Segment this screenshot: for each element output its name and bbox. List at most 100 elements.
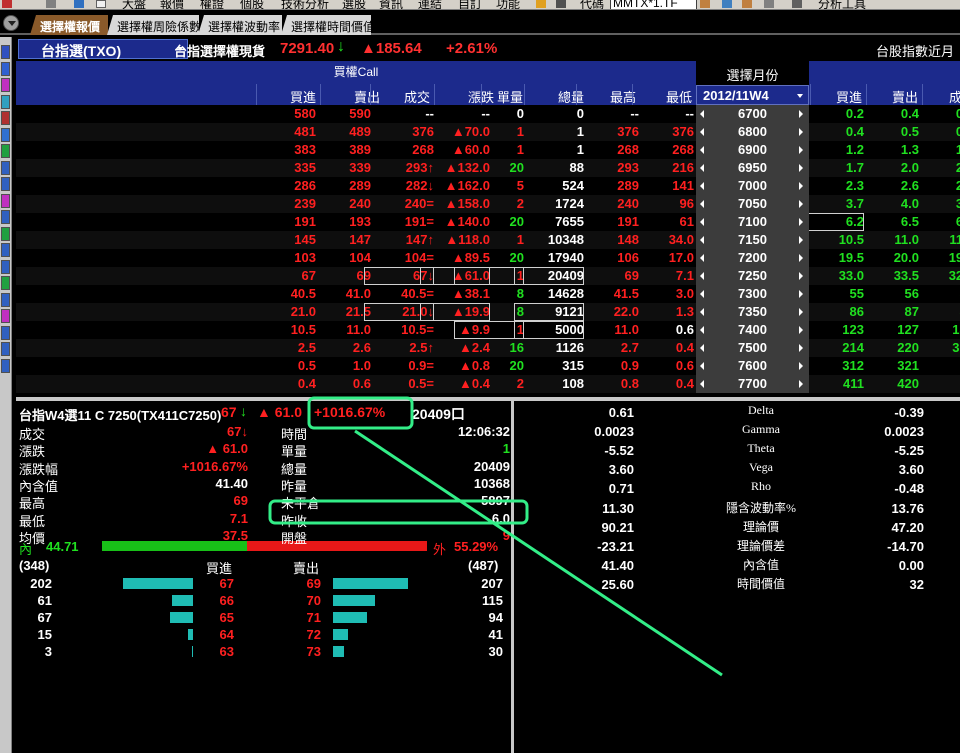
arrow-right-icon[interactable] — [799, 200, 803, 208]
toolbar-function-icon[interactable] — [1, 177, 10, 191]
table-row[interactable]: 191193191=▲140.0207655191616.26.56.57100 — [16, 213, 960, 231]
page-icon[interactable] — [96, 0, 106, 8]
menu-item[interactable]: 大盤 — [122, 0, 146, 9]
toolbar-function-icon[interactable] — [1, 94, 10, 109]
month-select[interactable]: 2012/11W4 — [696, 85, 809, 105]
strike-price[interactable]: 7600 — [696, 357, 809, 375]
table-row[interactable]: 580590----00----0.20.40.46700 — [16, 105, 960, 123]
table-row[interactable]: 335339293↑▲132.020882932161.72.02.06950 — [16, 159, 960, 177]
arrow-right-icon[interactable] — [799, 362, 803, 370]
arrow-left-icon[interactable] — [700, 344, 704, 352]
tab-option-quote[interactable]: 選擇權報價 — [30, 15, 108, 35]
strike-price[interactable]: 7050 — [696, 195, 809, 213]
arrow-left-icon[interactable] — [700, 272, 704, 280]
tool-icon[interactable] — [764, 0, 774, 8]
search-icon[interactable] — [722, 0, 732, 8]
strike-price[interactable]: 6900 — [696, 141, 809, 159]
table-row[interactable]: 103104104=▲89.5201794010617.019.520.019.… — [16, 249, 960, 267]
table-row[interactable]: 0.5 1.0 0.9= ▲0.8 20 315 0.9 0.6 312 321 7600 — [16, 357, 960, 375]
people-icon[interactable] — [742, 0, 752, 8]
magnify-icon[interactable] — [700, 0, 710, 8]
menu-item[interactable]: 連結 — [418, 0, 442, 9]
toolbar-function-icon[interactable] — [1, 342, 10, 356]
strike-price[interactable]: 7150 — [696, 231, 809, 249]
menu-item[interactable]: 權證 — [200, 0, 224, 9]
arrow-left-icon[interactable] — [700, 308, 704, 316]
toolbar-function-icon[interactable] — [1, 226, 10, 241]
table-row[interactable]: 0.4 0.6 0.5= ▲0.4 2 108 0.8 0.4 411 420 7700 — [16, 375, 960, 393]
table-row[interactable]: 21.021.521.0↓▲19.98912122.01.38687887350 — [16, 303, 960, 321]
table-row[interactable]: 383389268▲60.0112682681.21.31.36900 — [16, 141, 960, 159]
toolbar-function-icon[interactable] — [1, 144, 10, 158]
strike-price[interactable]: 6700 — [696, 105, 809, 123]
toolbar-function-icon[interactable] — [1, 325, 10, 340]
tab-option-volatility[interactable]: 選擇權波動率 — [198, 15, 282, 35]
arrow-right-icon[interactable] — [799, 164, 803, 172]
arrow-left-icon[interactable] — [700, 380, 704, 388]
table-row[interactable]: 676967↓▲61.0120409697.133.033.532.57250 — [16, 267, 960, 285]
toolbar-function-icon[interactable] — [1, 259, 10, 274]
cursor-icon[interactable] — [792, 0, 802, 8]
toolbar-function-icon[interactable] — [1, 276, 10, 290]
menu-item[interactable]: 分析工具 — [818, 0, 866, 9]
arrow-right-icon[interactable] — [799, 344, 803, 352]
strike-price[interactable]: 6950 — [696, 159, 809, 177]
tab-option-risk[interactable]: 選擇權周險係數 — [107, 15, 199, 35]
arrow-left-icon[interactable] — [700, 182, 704, 190]
table-row[interactable]: 145147147↑▲118.011034814834.010.511.011.… — [16, 231, 960, 249]
arrow-right-icon[interactable] — [799, 236, 803, 244]
strike-price[interactable]: 7400 — [696, 321, 809, 339]
arrow-right-icon[interactable] — [799, 254, 803, 262]
toolbar-function-icon[interactable] — [1, 243, 10, 257]
refresh-icon[interactable] — [74, 0, 84, 8]
toolbar-function-icon[interactable] — [1, 111, 10, 125]
menu-item[interactable]: 選股 — [342, 0, 366, 9]
arrow-left-icon[interactable] — [700, 200, 704, 208]
col-header-bid[interactable]: 買進 — [256, 84, 320, 105]
toolbar-function-icon[interactable] — [1, 193, 10, 208]
arrow-right-icon[interactable] — [799, 218, 803, 226]
tab-option-time-value[interactable]: 選擇權時間價值 — [281, 15, 371, 35]
table-row[interactable]: 481489376▲70.0113763760.40.50.96800 — [16, 123, 960, 141]
arrow-left-icon[interactable] — [700, 164, 704, 172]
strike-price[interactable]: 7100 — [696, 213, 809, 231]
toolbar-function-icon[interactable] — [1, 78, 10, 92]
strike-price[interactable]: 7350 — [696, 303, 809, 321]
col-header-high[interactable]: 最高 — [576, 84, 640, 105]
menu-item[interactable]: 個股 — [240, 0, 264, 9]
table-row[interactable]: 2.52.62.5↑▲2.41611262.70.42142203147500 — [16, 339, 960, 357]
arrow-left-icon[interactable] — [700, 110, 704, 118]
strike-price[interactable]: 7300 — [696, 285, 809, 303]
symbol-select[interactable]: 台指選(TXO) — [18, 39, 188, 59]
arrow-right-icon[interactable] — [799, 326, 803, 334]
strike-price[interactable]: 7250 — [696, 267, 809, 285]
table-row[interactable]: 239240240=▲158.021724240963.74.03.87050 — [16, 195, 960, 213]
col-header-last[interactable]: 成交 — [370, 84, 434, 105]
forward-icon[interactable] — [46, 0, 56, 8]
strike-price[interactable]: 7000 — [696, 177, 809, 195]
table-row[interactable]: 286289282↓▲162.055242891412.32.62.37000 — [16, 177, 960, 195]
table-row[interactable]: 10.511.010.5=▲9.91500011.00.612312713274… — [16, 321, 960, 339]
col-header-low[interactable]: 最低 — [632, 84, 696, 105]
arrow-right-icon[interactable] — [799, 272, 803, 280]
menu-dropdown-icon[interactable] — [3, 15, 19, 31]
play-icon[interactable] — [536, 0, 546, 8]
toolbar-function-icon[interactable] — [1, 358, 10, 373]
col-header-put-last[interactable]: 成 — [922, 84, 960, 105]
col-header-volume[interactable]: 單量 — [481, 84, 527, 105]
arrow-left-icon[interactable] — [700, 290, 704, 298]
strike-price[interactable]: 7200 — [696, 249, 809, 267]
arrow-right-icon[interactable] — [799, 128, 803, 136]
toolbar-function-icon[interactable] — [1, 160, 10, 175]
arrow-right-icon[interactable] — [799, 182, 803, 190]
table-row[interactable]: 40.541.040.5=▲38.181462841.53.0555656730… — [16, 285, 960, 303]
arrow-left-icon[interactable] — [700, 254, 704, 262]
col-header-put-bid[interactable]: 買進 — [810, 84, 866, 105]
toolbar-function-icon[interactable] — [1, 127, 10, 142]
strike-price[interactable]: 6800 — [696, 123, 809, 141]
arrow-left-icon[interactable] — [700, 362, 704, 370]
code-input[interactable]: MMTX*1.TF — [610, 0, 697, 9]
toolbar-function-icon[interactable] — [1, 292, 10, 307]
arrow-left-icon[interactable] — [700, 146, 704, 154]
arrow-right-icon[interactable] — [799, 146, 803, 154]
